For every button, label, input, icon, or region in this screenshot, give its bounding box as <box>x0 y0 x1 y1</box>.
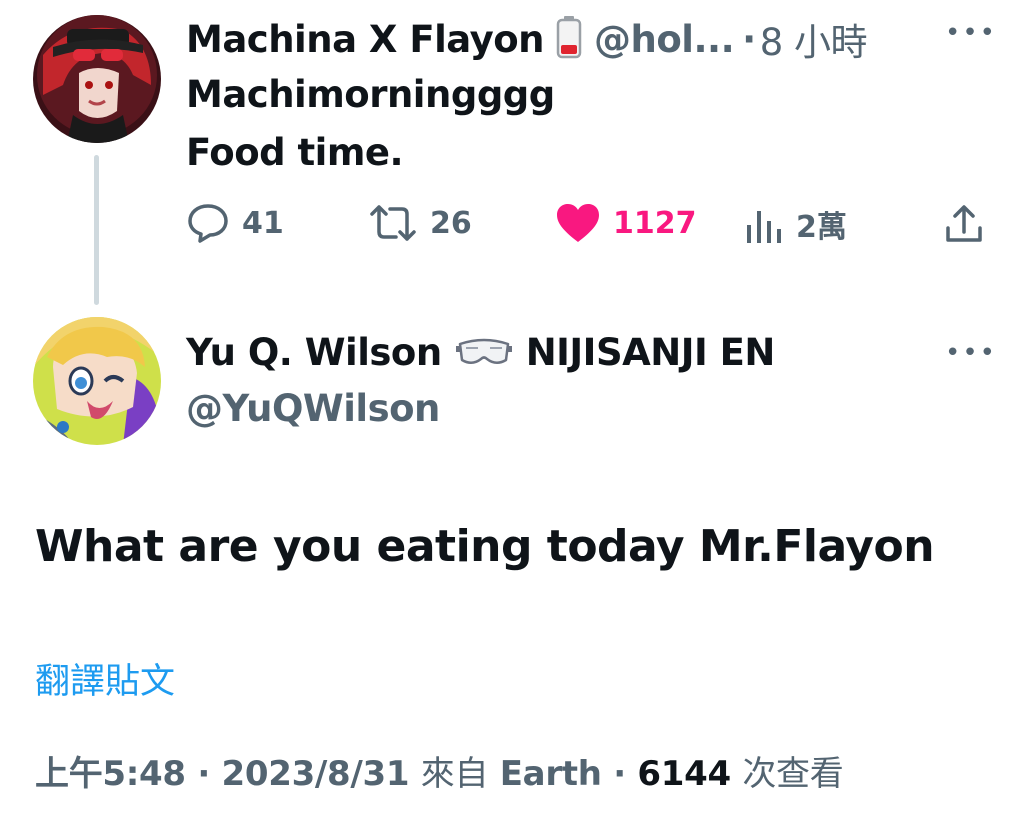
yuq-avatar-image <box>33 317 161 445</box>
views-bar-chart-icon <box>747 211 781 243</box>
yuq-avatar[interactable] <box>33 317 161 445</box>
reply-count: 41 <box>242 205 284 241</box>
tweet2-meta: 上午5:48 · 2023/8/31 來自 Earth · 6144 次查看 <box>35 746 844 795</box>
tweet1-line-1: Machimorningggg <box>186 73 555 116</box>
machina-avatar[interactable] <box>33 15 161 143</box>
tweet2-header: Yu Q. Wilson NIJISANJI EN <box>186 331 775 374</box>
battery-low-icon <box>556 15 582 63</box>
views-count: 2萬 <box>796 210 847 245</box>
tweet1-header: Machina X Flayon @hol... · 8 小時 <box>186 12 868 66</box>
tweet1-separator: · <box>742 17 756 61</box>
translate-post-link[interactable]: 翻譯貼文 <box>35 653 175 704</box>
like-button[interactable]: 1127 <box>555 202 697 244</box>
reply-button[interactable]: 41 <box>186 202 284 244</box>
tweet1-display-name[interactable]: Machina X Flayon <box>186 18 545 61</box>
post-time[interactable]: 上午5:48 <box>35 754 186 794</box>
view-count-label: 次查看 <box>742 754 844 794</box>
tweet1-more-icon[interactable]: ••• <box>945 18 997 48</box>
retweet-icon <box>370 205 416 241</box>
tweet1-text: Machimorningggg Food time. <box>186 66 555 182</box>
tweet1-handle[interactable]: @hol... <box>594 18 735 61</box>
tweet2-handle[interactable]: @YuQWilson <box>186 387 440 430</box>
retweet-button[interactable]: 26 <box>368 202 472 244</box>
tweet1-time[interactable]: 8 小時 <box>760 12 868 66</box>
tweet2-more-icon[interactable]: ••• <box>945 338 997 368</box>
post-date[interactable]: 2023/8/31 <box>222 754 410 794</box>
view-count[interactable]: 6144 <box>637 754 731 794</box>
heart-icon <box>557 204 599 242</box>
reply-icon <box>188 204 228 243</box>
thread-connector-line <box>94 155 99 305</box>
share-icon <box>946 205 982 242</box>
tweet2-text: What are you eating today Mr.Flayon <box>35 521 935 572</box>
meta-separator-2: · <box>613 754 626 794</box>
tweet1-line-2: Food time. <box>186 131 404 174</box>
share-button[interactable] <box>942 202 986 250</box>
tweet2-affiliation: NIJISANJI EN <box>525 331 776 374</box>
source-prefix: 來自 <box>420 754 489 794</box>
post-source: Earth <box>499 754 602 794</box>
machina-avatar-image <box>33 15 161 143</box>
views-button[interactable]: 2萬 <box>744 202 847 246</box>
goggles-icon <box>455 334 512 372</box>
like-count: 1127 <box>613 205 697 241</box>
retweet-count: 26 <box>430 205 472 241</box>
tweet2-display-name[interactable]: Yu Q. Wilson <box>186 331 442 374</box>
meta-separator-1: · <box>197 754 210 794</box>
